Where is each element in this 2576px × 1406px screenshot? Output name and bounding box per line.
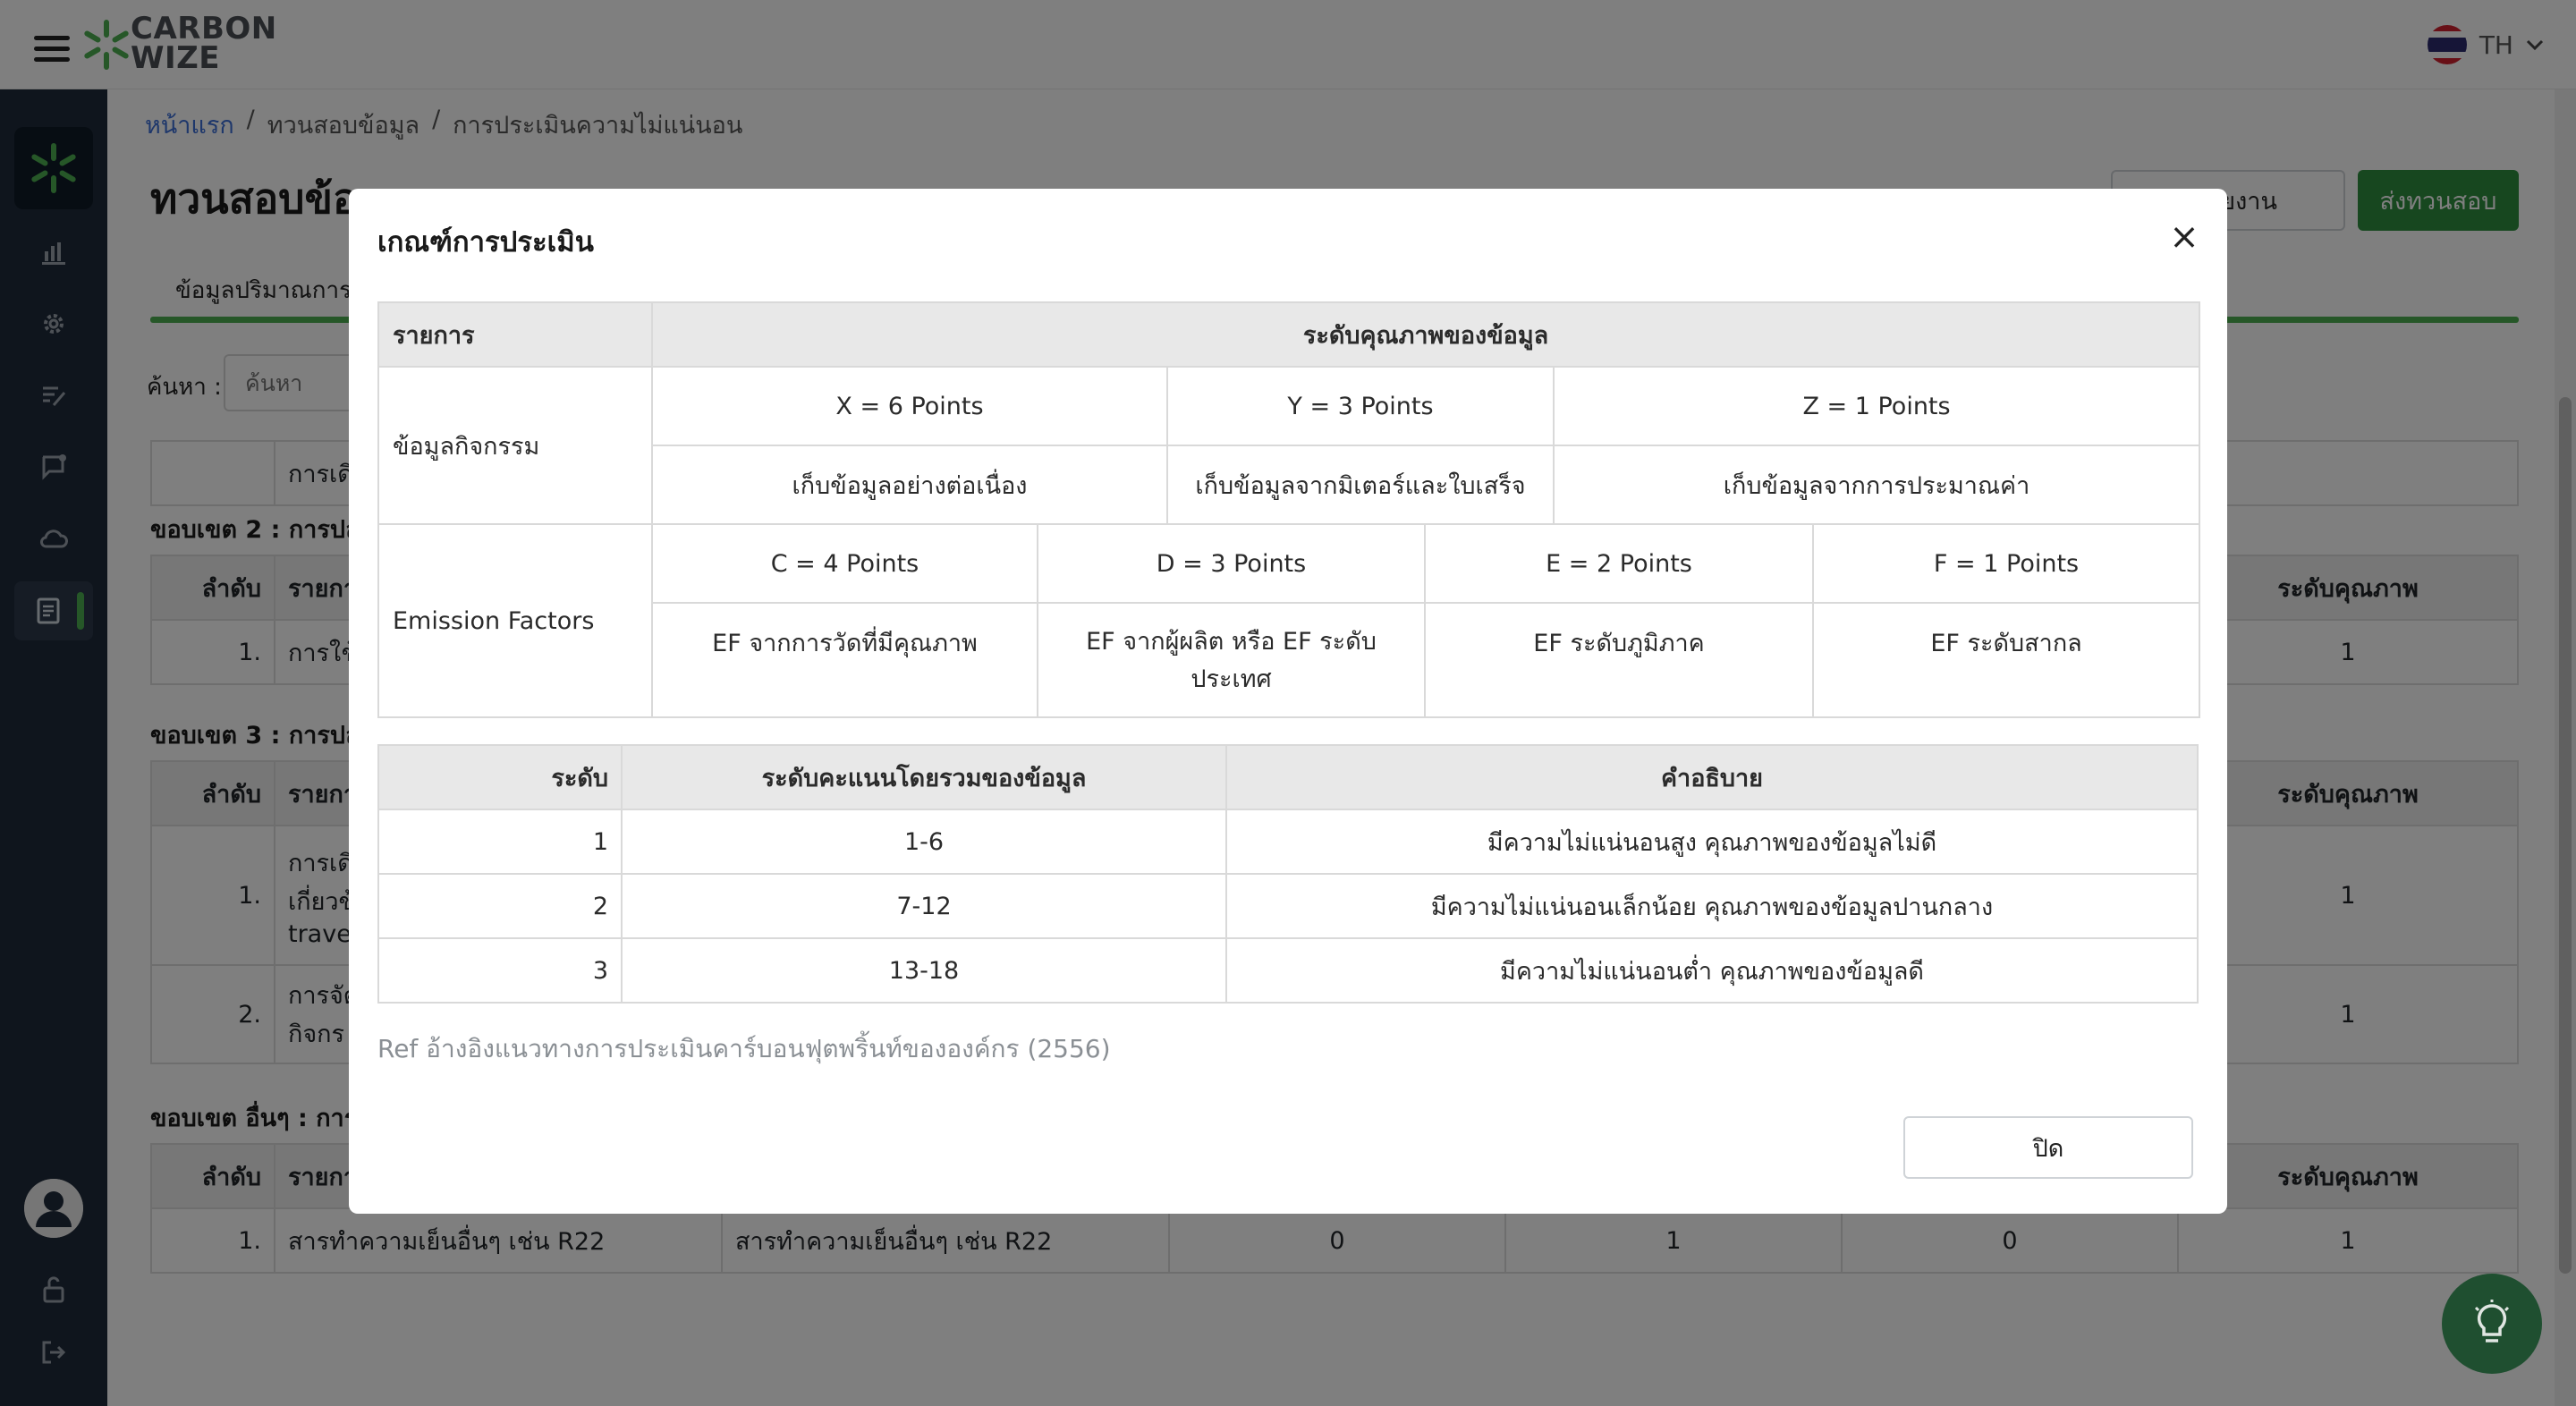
emission-point: D = 3 Points bbox=[1037, 523, 1426, 604]
level-value: 2 bbox=[377, 873, 623, 939]
emission-point: E = 2 Points bbox=[1424, 523, 1814, 604]
level-desc: มีความไม่แน่นอนเล็กน้อย คุณภาพของข้อมูลป… bbox=[1225, 873, 2199, 939]
emission-points-row: Emission Factors C = 4 Points D = 3 Poin… bbox=[377, 523, 2201, 718]
level-header: ระดับ ระดับคะแนนโดยรวมของข้อมูล คำอธิบาย bbox=[377, 744, 2199, 810]
close-icon[interactable]: × bbox=[2166, 219, 2202, 257]
level-header-desc: คำอธิบาย bbox=[1225, 744, 2199, 810]
activity-desc-row: เก็บข้อมูลอย่างต่อเนื่อง เก็บข้อมูลจากมิ… bbox=[378, 445, 2201, 525]
activity-point: Z = 1 Points bbox=[1552, 366, 2201, 446]
level-table: ระดับ ระดับคะแนนโดยรวมของข้อมูล คำอธิบาย… bbox=[377, 744, 2199, 1004]
activity-label: ข้อมูลกิจกรรม bbox=[377, 366, 653, 525]
criteria-header: รายการ ระดับคุณภาพของข้อมูล bbox=[377, 301, 2201, 368]
emission-desc: EF จากผู้ผลิต หรือ EF ระดับประเทศ bbox=[1037, 602, 1426, 718]
emission-desc: EF จากการวัดที่มีคุณภาพ bbox=[651, 602, 1038, 718]
reference-note: Ref อ้างอิงแนวทางการประเมินคาร์บอนฟุตพริ… bbox=[377, 1034, 1111, 1063]
activity-desc: เก็บข้อมูลอย่างต่อเนื่อง bbox=[651, 445, 1168, 525]
modal-title: เกณฑ์การประเมิน bbox=[377, 226, 594, 258]
help-button[interactable] bbox=[2442, 1274, 2542, 1374]
close-button-label: ปิด bbox=[2032, 1134, 2064, 1163]
level-header-score: ระดับคะแนนโดยรวมของข้อมูล bbox=[621, 744, 1227, 810]
level-row: 1 1-6 มีความไม่แน่นอนสูง คุณภาพของข้อมูล… bbox=[377, 809, 2199, 875]
emission-point: F = 1 Points bbox=[1811, 523, 2201, 604]
level-score: 13-18 bbox=[621, 937, 1227, 1004]
criteria-header-item: รายการ bbox=[377, 301, 653, 368]
activity-desc: เก็บข้อมูลจากมิเตอร์และใบเสร็จ bbox=[1166, 445, 1555, 525]
criteria-header-quality: ระดับคุณภาพของข้อมูล bbox=[650, 301, 2201, 368]
level-row: 3 13-18 มีความไม่แน่นอนต่ำ คุณภาพของข้อม… bbox=[377, 937, 2199, 1004]
level-score: 7-12 bbox=[621, 873, 1227, 939]
emission-desc: EF ระดับภูมิภาค bbox=[1424, 602, 1814, 718]
close-button[interactable]: ปิด bbox=[1903, 1116, 2193, 1179]
activity-desc: เก็บข้อมูลจากการประมาณค่า bbox=[1552, 445, 2201, 525]
activity-point: X = 6 Points bbox=[651, 366, 1168, 446]
level-value: 1 bbox=[377, 809, 623, 875]
level-value: 3 bbox=[377, 937, 623, 1004]
level-desc: มีความไม่แน่นอนต่ำ คุณภาพของข้อมูลดี bbox=[1225, 937, 2199, 1004]
activity-point: Y = 3 Points bbox=[1166, 366, 1555, 446]
level-row: 2 7-12 มีความไม่แน่นอนเล็กน้อย คุณภาพของ… bbox=[377, 873, 2199, 939]
emission-desc: EF ระดับสากล bbox=[1811, 602, 2201, 718]
criteria-modal: เกณฑ์การประเมิน × รายการ ระดับคุณภาพของข… bbox=[349, 189, 2227, 1214]
level-header-level: ระดับ bbox=[377, 744, 623, 810]
criteria-table: รายการ ระดับคุณภาพของข้อมูล ข้อมูลกิจกรร… bbox=[377, 301, 2201, 718]
activity-points-row: ข้อมูลกิจกรรม X = 6 Points Y = 3 Points … bbox=[377, 366, 2201, 525]
level-score: 1-6 bbox=[621, 809, 1227, 875]
emission-desc-row: EF จากการวัดที่มีคุณภาพ EF จากผู้ผลิต หร… bbox=[378, 602, 2201, 718]
level-desc: มีความไม่แน่นอนสูง คุณภาพของข้อมูลไม่ดี bbox=[1225, 809, 2199, 875]
emission-point: C = 4 Points bbox=[651, 523, 1038, 604]
lightbulb-icon bbox=[2474, 1300, 2510, 1342]
emission-label: Emission Factors bbox=[377, 523, 653, 718]
